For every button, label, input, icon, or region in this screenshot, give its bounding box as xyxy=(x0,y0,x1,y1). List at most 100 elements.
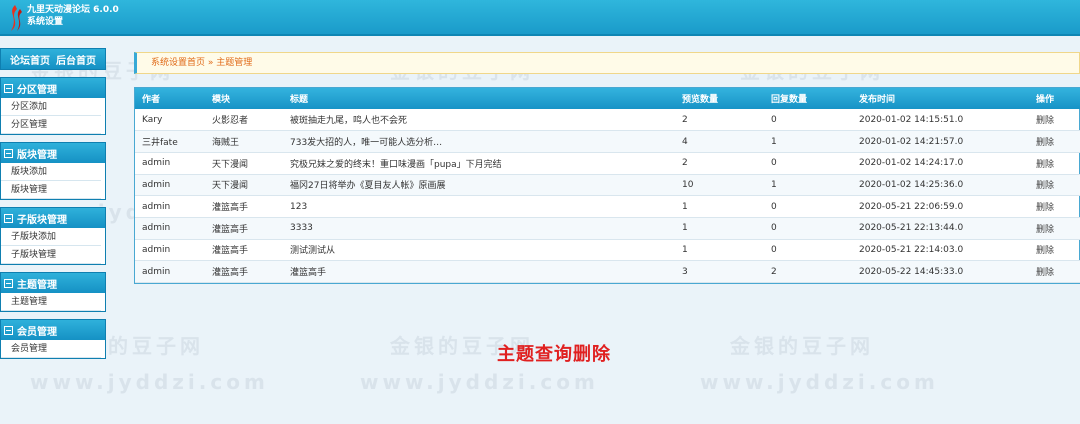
delete-link[interactable]: 删除 xyxy=(1029,130,1080,153)
delete-link[interactable]: 删除 xyxy=(1029,260,1080,283)
sidebar-item-zone-add[interactable]: 分区添加 xyxy=(1,98,101,116)
title-cell[interactable]: 733发大招的人，唯一可能人选分析… xyxy=(283,130,675,153)
author-cell: admin xyxy=(135,217,205,240)
admin-home-link[interactable]: 后台首页 xyxy=(56,52,96,67)
time-cell: 2020-05-21 22:06:59.0 xyxy=(852,195,1029,218)
module-cell: 海贼王 xyxy=(205,130,283,153)
menu-head-board[interactable]: 版块管理 xyxy=(1,143,105,163)
title-cell[interactable]: 3333 xyxy=(283,217,675,240)
table-row: admin 灌篮高手 测试测试从 1 0 2020-05-21 22:14:03.0 删除 xyxy=(135,239,1080,262)
breadcrumb: 系统设置首页 » 主题管理 xyxy=(134,52,1080,74)
menu-group-subboard: 子版块管理 子版块添加 子版块管理 xyxy=(0,207,106,265)
table-row: admin 天下漫闻 福冈27日将举办《夏目友人帐》原画展 10 1 2020-01-02… xyxy=(135,174,1080,197)
app-title: 九里天动漫论坛 6.0.0 系统设置 xyxy=(27,4,119,28)
views-cell: 2 xyxy=(675,152,764,175)
delete-link[interactable]: 删除 xyxy=(1029,174,1080,197)
delete-link[interactable]: 删除 xyxy=(1029,217,1080,240)
table-row: Kary 火影忍者 被斑抽走九尾，鸣人也不会死 2 0 2020-01-02 14:15:… xyxy=(135,109,1080,132)
title-cell[interactable]: 被斑抽走九尾，鸣人也不会死 xyxy=(283,109,675,132)
delete-link[interactable]: 删除 xyxy=(1029,195,1080,218)
module-cell: 天下漫闻 xyxy=(205,174,283,197)
menu-head-label: 子版块管理 xyxy=(17,214,67,226)
sidebar-item-topic-manage[interactable]: 主题管理 xyxy=(1,293,101,311)
replies-cell: 0 xyxy=(764,152,852,175)
menu-head-topic[interactable]: 主题管理 xyxy=(1,273,105,293)
table-row: 三井fate 海贼王 733发大招的人，唯一可能人选分析… 4 1 2020-01-02 … xyxy=(135,130,1080,153)
module-cell: 灌篮高手 xyxy=(205,239,283,262)
title-cell[interactable]: 福冈27日将举办《夏目友人帐》原画展 xyxy=(283,174,675,197)
module-cell: 灌篮高手 xyxy=(205,217,283,240)
column-header: 发布时间 xyxy=(852,88,1029,109)
replies-cell: 2 xyxy=(764,260,852,283)
sidebar-top-nav: 论坛首页 后台首页 xyxy=(0,48,106,70)
column-header: 作者 xyxy=(135,88,205,109)
sidebar: 论坛首页 后台首页 分区管理 分区添加 分区管理 版块管理 版块添加 版块管理 … xyxy=(0,48,106,359)
app-name: 九里天动漫论坛 6.0.0 xyxy=(27,5,119,15)
module-cell: 灌篮高手 xyxy=(205,260,283,283)
column-header: 标题 xyxy=(283,88,675,109)
delete-link[interactable]: 删除 xyxy=(1029,152,1080,175)
watermark: 金银的豆子网 xyxy=(730,334,874,358)
author-cell: 三井fate xyxy=(135,130,205,153)
menu-head-label: 会员管理 xyxy=(17,326,57,338)
author-cell: admin xyxy=(135,152,205,175)
title-cell[interactable]: 测试测试从 xyxy=(283,239,675,262)
views-cell: 1 xyxy=(675,217,764,240)
table-row: admin 灌篮高手 123 1 0 2020-05-21 22:06:59.0 删除 xyxy=(135,195,1080,218)
column-header: 预览数量 xyxy=(675,88,764,109)
menu-head-label: 版块管理 xyxy=(17,149,57,161)
sidebar-item-member-manage[interactable]: 会员管理 xyxy=(1,340,101,358)
collapse-icon[interactable] xyxy=(4,325,13,335)
sidebar-item-subboard-manage[interactable]: 子版块管理 xyxy=(1,246,101,264)
views-cell: 3 xyxy=(675,260,764,283)
column-header: 模块 xyxy=(205,88,283,109)
sidebar-item-board-add[interactable]: 版块添加 xyxy=(1,163,101,181)
replies-cell: 0 xyxy=(764,217,852,240)
time-cell: 2020-01-02 14:24:17.0 xyxy=(852,152,1029,175)
topic-table: 作者 模块 标题 预览数量 回复数量 发布时间 操作 Kary 火影忍者 被斑抽走九… xyxy=(134,87,1080,284)
top-header: 九里天动漫论坛 6.0.0 系统设置 xyxy=(0,0,1080,36)
time-cell: 2020-01-02 14:15:51.0 xyxy=(852,109,1029,132)
time-cell: 2020-01-02 14:25:36.0 xyxy=(852,174,1029,197)
column-header: 操作 xyxy=(1029,88,1080,109)
sidebar-item-subboard-add[interactable]: 子版块添加 xyxy=(1,228,101,246)
module-cell: 火影忍者 xyxy=(205,109,283,132)
author-cell: admin xyxy=(135,195,205,218)
replies-cell: 0 xyxy=(764,195,852,218)
views-cell: 1 xyxy=(675,239,764,262)
author-cell: admin xyxy=(135,260,205,283)
delete-link[interactable]: 删除 xyxy=(1029,109,1080,132)
menu-head-zone[interactable]: 分区管理 xyxy=(1,78,105,98)
sidebar-item-zone-manage[interactable]: 分区管理 xyxy=(1,116,101,134)
time-cell: 2020-01-02 14:21:57.0 xyxy=(852,130,1029,153)
time-cell: 2020-05-21 22:14:03.0 xyxy=(852,239,1029,262)
replies-cell: 1 xyxy=(764,130,852,153)
title-cell[interactable]: 灌篮高手 xyxy=(283,260,675,283)
watermark: www.jyddzi.com xyxy=(360,370,599,394)
author-cell: admin xyxy=(135,239,205,262)
sidebar-item-board-manage[interactable]: 版块管理 xyxy=(1,181,101,199)
views-cell: 10 xyxy=(675,174,764,197)
collapse-icon[interactable] xyxy=(4,148,13,158)
menu-head-label: 主题管理 xyxy=(17,279,57,291)
forum-home-link[interactable]: 论坛首页 xyxy=(10,52,50,67)
menu-head-subboard[interactable]: 子版块管理 xyxy=(1,208,105,228)
column-header: 回复数量 xyxy=(764,88,852,109)
table-row: admin 灌篮高手 3333 1 0 2020-05-21 22:13:44.0 删除 xyxy=(135,217,1080,240)
menu-group-zone: 分区管理 分区添加 分区管理 xyxy=(0,77,106,135)
views-cell: 1 xyxy=(675,195,764,218)
replies-cell: 0 xyxy=(764,109,852,132)
collapse-icon[interactable] xyxy=(4,213,13,223)
collapse-icon[interactable] xyxy=(4,278,13,288)
flame-logo-icon xyxy=(11,5,22,31)
title-cell[interactable]: 123 xyxy=(283,195,675,218)
title-cell[interactable]: 究极兄妹之爱的终末！重口味漫画「pupa」下月完结 xyxy=(283,152,675,175)
menu-head-member[interactable]: 会员管理 xyxy=(1,320,105,340)
delete-link[interactable]: 删除 xyxy=(1029,239,1080,262)
table-row: admin 天下漫闻 究极兄妹之爱的终末！重口味漫画「pupa」下月完结 2 0 2020… xyxy=(135,152,1080,175)
author-cell: admin xyxy=(135,174,205,197)
collapse-icon[interactable] xyxy=(4,83,13,93)
time-cell: 2020-05-22 14:45:33.0 xyxy=(852,260,1029,283)
watermark: www.jyddzi.com xyxy=(30,370,269,394)
replies-cell: 0 xyxy=(764,239,852,262)
